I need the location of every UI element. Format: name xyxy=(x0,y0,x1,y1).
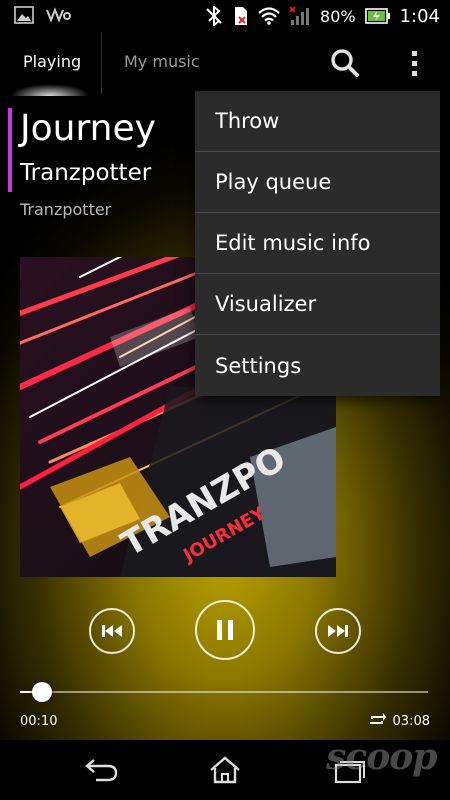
sim-icon xyxy=(235,7,248,25)
wifi-icon xyxy=(258,7,280,25)
seek-bar[interactable] xyxy=(20,691,428,693)
tab-bar: Playing My music xyxy=(0,32,450,96)
menu-item-throw[interactable]: Throw xyxy=(195,91,440,152)
selected-tab-indicator xyxy=(10,84,90,96)
total-time: 03:08 xyxy=(392,714,430,729)
search-icon[interactable] xyxy=(328,46,362,80)
menu-item-visualizer[interactable]: Visualizer xyxy=(195,274,440,335)
signal-icon xyxy=(289,6,310,25)
tab-divider xyxy=(101,32,102,94)
status-bar: 80% 1:04 xyxy=(0,0,450,32)
tab-my-music[interactable]: My music xyxy=(124,52,200,71)
seek-thumb[interactable] xyxy=(31,682,52,702)
track-title: Journey xyxy=(20,108,156,149)
battery-percent: 80% xyxy=(320,6,356,26)
tab-playing[interactable]: Playing xyxy=(23,52,81,71)
watermark-logo-2: scoop xyxy=(326,736,437,778)
clock: 1:04 xyxy=(399,5,440,27)
navigation-bar: scoop xyxy=(0,736,450,800)
pause-icon xyxy=(217,620,233,640)
overflow-menu: Throw Play queue Edit music info Visuali… xyxy=(195,91,440,396)
previous-icon xyxy=(102,625,122,637)
pause-button[interactable] xyxy=(195,600,255,660)
accent-bar xyxy=(8,108,12,192)
bluetooth-off-icon xyxy=(206,6,222,26)
image-icon xyxy=(14,6,34,24)
elapsed-time: 00:10 xyxy=(20,714,58,729)
previous-button[interactable] xyxy=(89,608,135,654)
repeat-icon[interactable] xyxy=(367,712,387,728)
walkman-icon xyxy=(46,7,71,23)
menu-item-edit-music-info[interactable]: Edit music info xyxy=(195,213,440,274)
track-album: Tranzpotter xyxy=(20,200,112,219)
next-button[interactable] xyxy=(315,608,361,654)
menu-item-settings[interactable]: Settings xyxy=(195,335,440,396)
track-artist: Tranzpotter xyxy=(20,160,152,186)
battery-charging-icon xyxy=(364,8,390,24)
next-icon xyxy=(328,625,348,637)
back-icon[interactable] xyxy=(82,754,122,786)
more-vert-icon[interactable] xyxy=(404,46,424,80)
home-icon[interactable] xyxy=(205,754,245,786)
menu-item-play-queue[interactable]: Play queue xyxy=(195,152,440,213)
